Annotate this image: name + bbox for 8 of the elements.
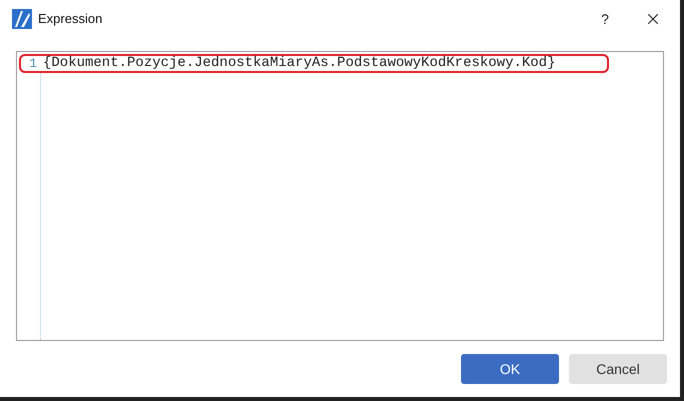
ok-button[interactable]: OK: [461, 354, 559, 384]
help-button[interactable]: ?: [590, 8, 620, 30]
line-number: 1: [28, 54, 38, 73]
expression-editor[interactable]: 1 {Dokument.Pozycje.JednostkaMiaryAs.PodstawowyKodKreskowy.Kod}: [16, 51, 664, 341]
app-logo-icon: [12, 9, 32, 29]
cancel-button[interactable]: Cancel: [569, 354, 667, 384]
code-line: {Dokument.Pozycje.JednostkaMiaryAs.PodstawowyKodKreskowy.Kod}: [43, 54, 556, 73]
window-title: Expression: [38, 10, 102, 28]
